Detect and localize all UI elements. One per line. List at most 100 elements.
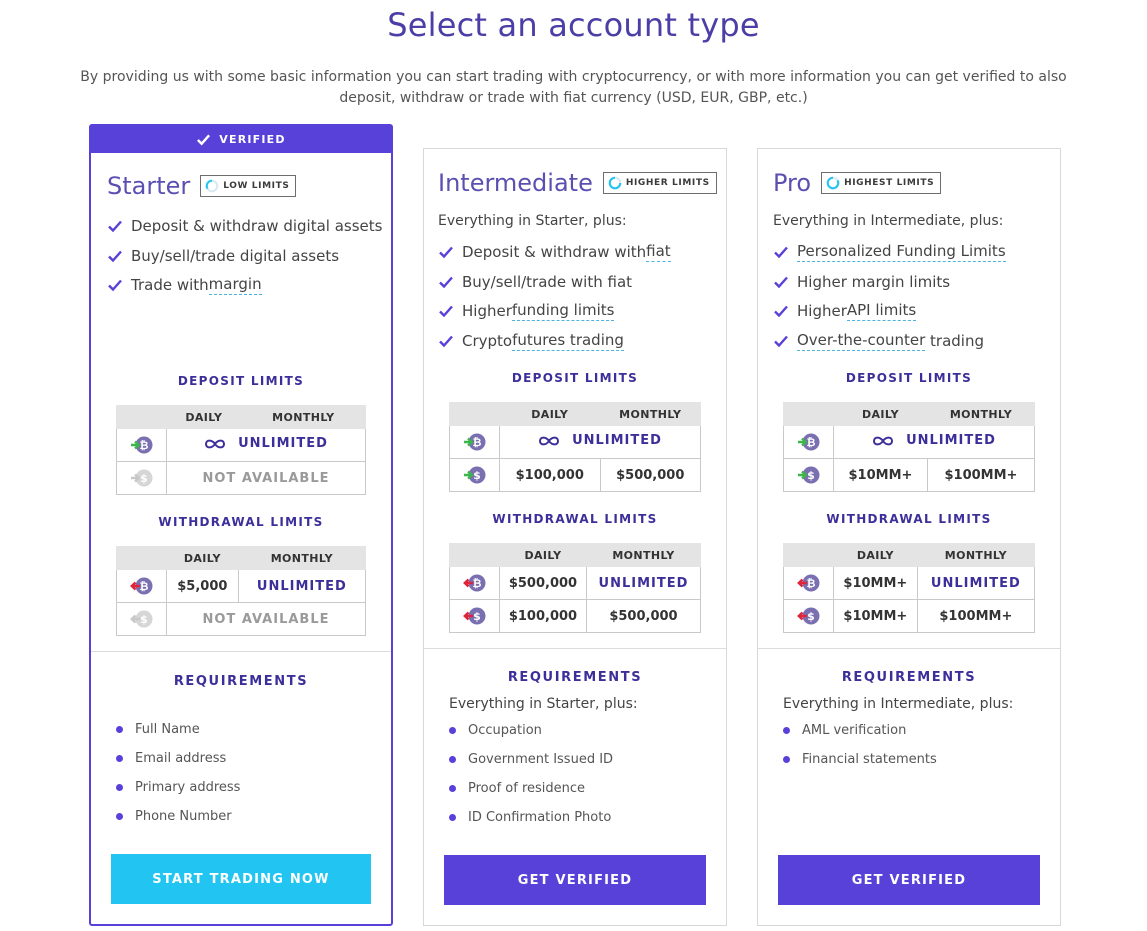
fiat-withdraw-icon: $: [449, 599, 500, 633]
glossary-term-link[interactable]: Personalized Funding Limits: [797, 242, 1006, 262]
bullet-icon: [116, 755, 123, 762]
card-title: Pro: [773, 169, 812, 197]
table-row: ₿ $10MM+ UNLIMITED: [783, 566, 1036, 600]
checkmark-icon: [108, 250, 122, 262]
limit-badge-label: HIGHER LIMITS: [625, 178, 710, 188]
unlimited-cell: UNLIMITED: [499, 425, 701, 459]
checkmark-icon: [774, 305, 788, 318]
daily-limit-cell: $10MM+: [833, 566, 918, 600]
table-row: ₿ UNLIMITED: [783, 425, 1035, 459]
bullet-icon: [783, 727, 790, 734]
limit-badge: LOW LIMITS: [200, 175, 297, 197]
higher-limits-gauge-icon: [608, 176, 622, 190]
list-item: AML verification: [783, 716, 937, 745]
limit-badge: HIGHER LIMITS: [602, 172, 717, 194]
table-row: ₿ UNLIMITED: [449, 425, 701, 459]
checkmark-icon: [108, 279, 122, 292]
bullet-icon: [116, 784, 123, 791]
feature-text: Higher margin limits: [797, 272, 951, 291]
list-item: Primary address: [116, 773, 240, 802]
bullet-icon: [449, 756, 456, 763]
feature-text: trading: [925, 331, 985, 350]
table-header-cell: [116, 546, 167, 570]
table-row: ₿ UNLIMITED: [116, 428, 366, 462]
table-header-cell: MONTHLY: [599, 402, 701, 426]
svg-text:₿: ₿: [472, 577, 481, 590]
low-limits-gauge-icon: [205, 179, 219, 193]
table-row: ₿ $5,000 UNLIMITED: [116, 569, 367, 603]
card-title: Starter: [107, 172, 191, 200]
glossary-term-link[interactable]: futures trading: [512, 331, 624, 351]
ribbon-label: VERIFIED: [219, 133, 286, 146]
glossary-term-link[interactable]: margin: [208, 275, 262, 296]
table-row: $ $100,000 $500,000: [449, 458, 701, 492]
start-trading-button[interactable]: START TRADING NOW: [111, 854, 371, 904]
table-row: $ $100,000 $500,000: [449, 599, 702, 633]
monthly-limit-cell: $500,000: [599, 458, 701, 492]
bullet-icon: [449, 785, 456, 792]
get-verified-button[interactable]: GET VERIFIED: [778, 855, 1040, 905]
table-header-cell: MONTHLY: [926, 402, 1036, 426]
feature-text: Deposit & withdraw with: [462, 242, 647, 261]
get-verified-button[interactable]: GET VERIFIED: [444, 855, 706, 905]
features-subhead: Everything in Starter, plus:: [438, 213, 627, 229]
glossary-term-link[interactable]: API limits: [846, 301, 917, 322]
card-title: Intermediate: [438, 169, 593, 197]
glossary-term-link[interactable]: funding limits: [511, 301, 615, 322]
fiat-withdraw-icon-disabled: $: [116, 602, 167, 636]
list-item: Buy/sell/trade digital assets: [107, 241, 382, 271]
daily-limit-cell: $10MM+: [833, 458, 928, 492]
highest-limits-gauge-icon: [826, 176, 840, 190]
crypto-withdraw-icon: ₿: [449, 566, 500, 600]
list-item: Deposit & withdraw digital assets: [107, 211, 382, 241]
table-header-cell: [116, 405, 167, 429]
deposit-limits-heading: DEPOSIT LIMITS: [177, 374, 305, 388]
card-header: Starter LOW LIMITS: [107, 172, 297, 200]
table-row: ₿ $500,000 UNLIMITED: [449, 566, 702, 600]
bullet-icon: [116, 813, 123, 820]
features-subhead: Everything in Intermediate, plus:: [773, 213, 1004, 229]
monthly-limit-cell: $100MM+: [916, 599, 1036, 633]
svg-text:$: $: [140, 472, 148, 485]
withdrawal-limits-heading: WITHDRAWAL LIMITS: [492, 512, 658, 526]
requirements-heading: REQUIREMENTS: [841, 670, 977, 685]
check-icon: [197, 134, 211, 146]
glossary-term-link[interactable]: Over-the-counter: [797, 331, 926, 351]
feature-list: Personalized Funding Limits Higher margi…: [773, 237, 1006, 356]
table-header-cell: [783, 402, 834, 426]
table-header-cell: DAILY: [499, 402, 601, 426]
table-row: $ NOT AVAILABLE: [116, 602, 366, 636]
svg-text:$: $: [473, 610, 481, 623]
monthly-limit-cell: UNLIMITED: [237, 569, 367, 603]
monthly-limit-cell: UNLIMITED: [585, 566, 702, 600]
infinity-icon: [539, 436, 560, 446]
bullet-icon: [783, 756, 790, 763]
infinity-icon: [205, 439, 226, 449]
checkmark-icon: [439, 276, 453, 288]
feature-text: Buy/sell/trade with fiat: [462, 272, 633, 291]
table-row: $ $10MM+ $100MM+: [783, 599, 1036, 633]
svg-text:$: $: [140, 613, 148, 626]
daily-limit-cell: $5,000: [166, 569, 239, 603]
list-item: Full Name: [116, 715, 240, 744]
glossary-term-link[interactable]: fiat: [646, 242, 671, 262]
intro-text: By providing us with some basic informat…: [80, 69, 1067, 106]
withdrawal-limits-heading: WITHDRAWAL LIMITS: [826, 512, 992, 526]
monthly-limit-cell: UNLIMITED: [916, 566, 1036, 600]
list-item: Financial statements: [783, 745, 937, 774]
requirements-subhead: Everything in Intermediate, plus:: [783, 696, 1014, 712]
feature-text: Higher: [797, 302, 847, 321]
section-divider: [424, 648, 726, 649]
table-header-cell: [449, 543, 500, 567]
list-item: Email address: [116, 744, 240, 773]
requirements-list: Full Name Email address Primary address …: [116, 715, 240, 831]
bullet-icon: [449, 727, 456, 734]
list-item: Over-the-counter trading: [773, 326, 1006, 356]
crypto-withdraw-icon: ₿: [783, 566, 834, 600]
list-item: Personalized Funding Limits: [773, 237, 1006, 267]
svg-text:$: $: [473, 469, 481, 482]
svg-text:₿: ₿: [139, 439, 148, 452]
section-divider: [91, 651, 391, 652]
svg-text:$: $: [807, 469, 815, 482]
checkmark-icon: [439, 335, 453, 348]
